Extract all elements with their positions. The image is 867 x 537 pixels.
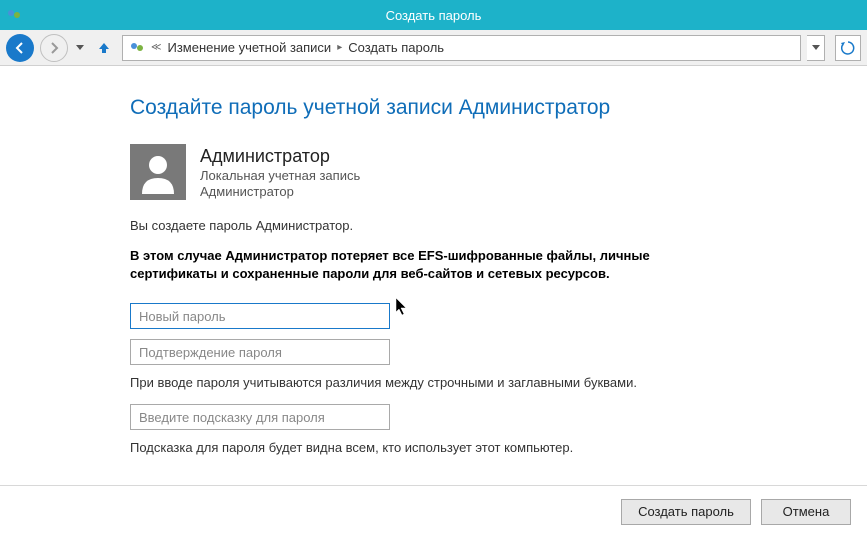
user-name: Администратор xyxy=(200,146,360,167)
breadcrumb-item[interactable]: Изменение учетной записи xyxy=(167,40,331,55)
cancel-button[interactable]: Отмена xyxy=(761,499,851,525)
new-password-input[interactable] xyxy=(130,303,390,329)
user-accounts-icon xyxy=(6,7,22,23)
cursor-icon xyxy=(396,298,410,321)
footer-actions: Создать пароль Отмена xyxy=(0,485,867,537)
warning-text: В этом случае Администратор потеряет все… xyxy=(130,247,730,283)
password-hint-input[interactable] xyxy=(130,404,390,430)
breadcrumb[interactable]: ≪ Изменение учетной записи ▸ Создать пар… xyxy=(122,35,801,61)
user-info-block: Администратор Локальная учетная запись А… xyxy=(130,144,867,200)
window-title: Создать пароль xyxy=(386,8,482,23)
history-dropdown[interactable] xyxy=(74,36,86,60)
titlebar: Создать пароль xyxy=(0,0,867,30)
content-area: Создайте пароль учетной записи Администр… xyxy=(0,66,867,485)
up-button[interactable] xyxy=(92,36,116,60)
intro-text: Вы создаете пароль Администратор. xyxy=(130,218,867,233)
confirm-password-input[interactable] xyxy=(130,339,390,365)
page-title: Создайте пароль учетной записи Администр… xyxy=(130,96,867,120)
user-meta: Администратор Локальная учетная запись А… xyxy=(200,144,360,200)
breadcrumb-dropdown[interactable] xyxy=(807,35,825,61)
user-account-type: Локальная учетная запись xyxy=(200,168,360,183)
user-accounts-icon xyxy=(129,40,145,56)
refresh-button[interactable] xyxy=(835,35,861,61)
case-sensitivity-hint: При вводе пароля учитываются различия ме… xyxy=(130,375,867,390)
user-role: Администратор xyxy=(200,184,360,199)
chevron-right-icon: ▸ xyxy=(337,42,342,53)
forward-button[interactable] xyxy=(40,34,68,62)
breadcrumb-item[interactable]: Создать пароль xyxy=(348,40,444,55)
back-button[interactable] xyxy=(6,34,34,62)
navigation-bar: ≪ Изменение учетной записи ▸ Создать пар… xyxy=(0,30,867,66)
create-password-button[interactable]: Создать пароль xyxy=(621,499,751,525)
avatar xyxy=(130,144,186,200)
chevron-left-icon: ≪ xyxy=(151,42,161,53)
hint-visibility-text: Подсказка для пароля будет видна всем, к… xyxy=(130,440,867,455)
